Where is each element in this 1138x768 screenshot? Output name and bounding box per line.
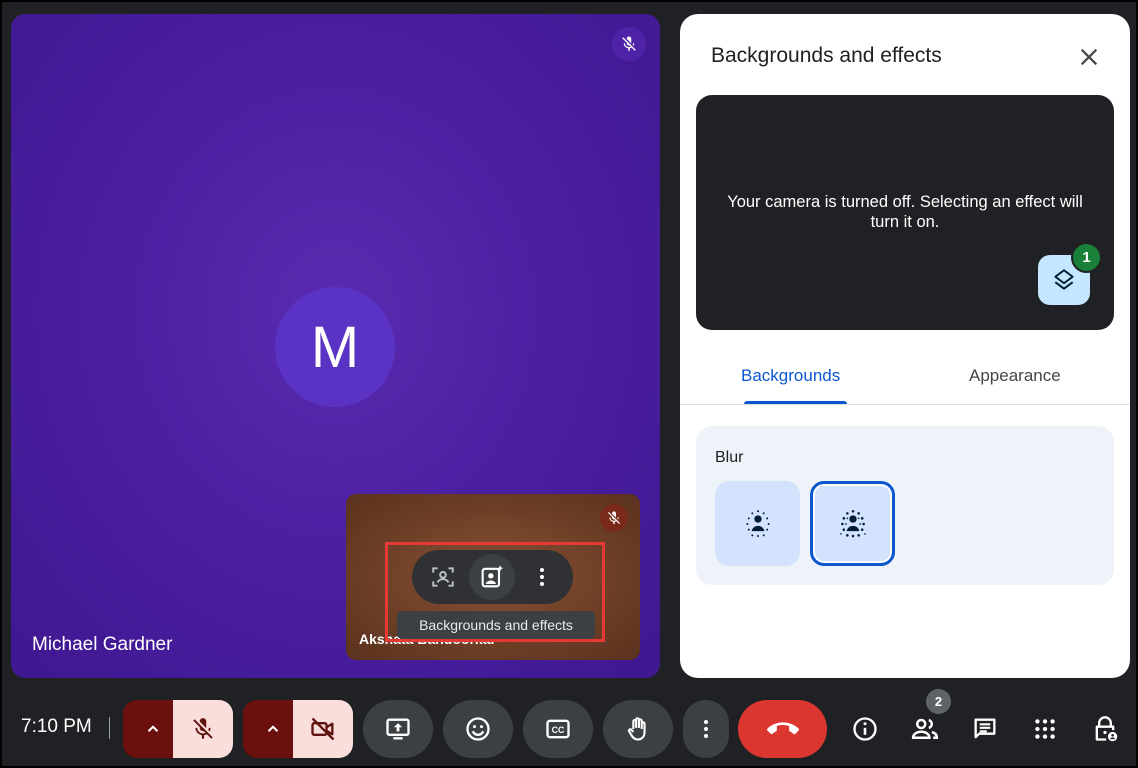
raise-hand-button[interactable] xyxy=(603,700,673,758)
close-icon xyxy=(1080,48,1098,66)
tab-divider xyxy=(680,404,1130,405)
videocam-off-icon xyxy=(311,717,335,741)
backgrounds-effects-icon xyxy=(482,565,504,588)
blur-section: Blur xyxy=(696,426,1114,585)
reactions-button[interactable] xyxy=(443,700,513,758)
blur-full-icon xyxy=(839,509,866,537)
tab-backgrounds[interactable]: Backgrounds xyxy=(741,366,840,386)
chevron-up-icon xyxy=(267,725,279,732)
mic-off-icon xyxy=(600,504,628,532)
close-button[interactable] xyxy=(1070,38,1108,76)
slight-blur-option[interactable] xyxy=(715,481,800,566)
present-icon xyxy=(386,718,410,740)
full-blur-option[interactable] xyxy=(810,481,895,566)
people-count-badge: 2 xyxy=(926,689,951,714)
clock: 7:10 PM xyxy=(21,716,92,737)
captions-button[interactable]: CC xyxy=(523,700,593,758)
svg-text:CC: CC xyxy=(552,725,565,735)
call-end-icon xyxy=(766,722,799,735)
emoji-icon xyxy=(466,717,490,741)
chevron-up-icon xyxy=(147,725,159,732)
microphone-toggle-button[interactable] xyxy=(173,700,233,758)
activities-button[interactable] xyxy=(1022,700,1068,758)
divider xyxy=(109,717,110,739)
host-controls-icon xyxy=(1095,716,1118,742)
mic-off-icon xyxy=(193,718,213,739)
people-icon xyxy=(911,718,939,739)
info-icon xyxy=(853,717,877,741)
more-vert-icon xyxy=(704,720,708,738)
frame-person-button[interactable] xyxy=(420,554,466,600)
chat-button[interactable] xyxy=(962,700,1008,758)
blur-slight-icon xyxy=(745,509,770,537)
self-tile-controls xyxy=(412,550,573,604)
meeting-details-button[interactable] xyxy=(842,700,888,758)
apps-icon xyxy=(1035,719,1055,739)
camera-toggle-button[interactable] xyxy=(293,700,353,758)
participant-avatar: M xyxy=(275,287,395,407)
more-options-button[interactable] xyxy=(683,700,729,758)
tooltip: Backgrounds and effects xyxy=(397,611,595,639)
host-controls-button[interactable] xyxy=(1082,700,1128,758)
captions-icon: CC xyxy=(546,719,570,739)
layers-icon xyxy=(1054,269,1074,290)
participant-name: Michael Gardner xyxy=(32,634,173,655)
camera-preview: Your camera is turned off. Selecting an … xyxy=(696,95,1114,330)
more-vert-icon xyxy=(540,568,545,586)
tab-appearance[interactable]: Appearance xyxy=(969,366,1061,386)
present-button[interactable] xyxy=(363,700,433,758)
layers-count-badge: 1 xyxy=(1071,242,1102,273)
backgrounds-effects-panel: Backgrounds and effects Your camera is t… xyxy=(680,14,1130,678)
raise-hand-icon xyxy=(627,717,646,741)
more-options-button[interactable] xyxy=(519,554,565,600)
mic-off-icon xyxy=(612,27,646,61)
preview-message: Your camera is turned off. Selecting an … xyxy=(727,193,1083,231)
leave-call-button[interactable] xyxy=(738,700,827,758)
panel-title: Backgrounds and effects xyxy=(711,44,942,67)
frame-person-icon xyxy=(432,567,454,587)
backgrounds-effects-button[interactable] xyxy=(469,554,516,600)
blur-label: Blur xyxy=(715,449,744,466)
chat-icon xyxy=(974,718,996,739)
